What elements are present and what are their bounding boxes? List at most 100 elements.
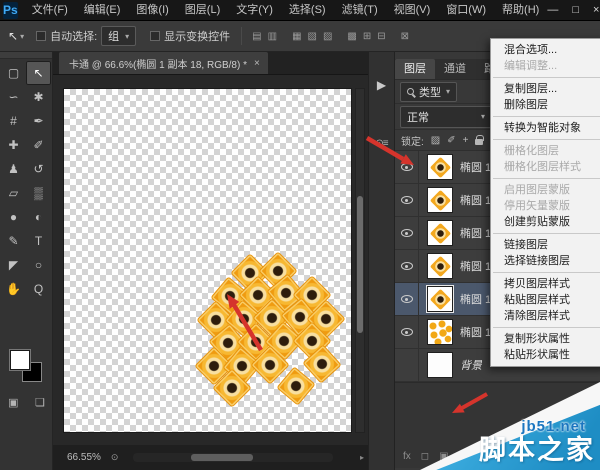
context-menu-item[interactable]: 复制形状属性 [491, 331, 600, 347]
status-info-icon[interactable]: ⊙ [111, 452, 119, 463]
expand-panels-icon[interactable]: ▶ [369, 78, 394, 92]
screen-mode-icon[interactable]: ❏ [35, 396, 45, 409]
quick-mask-icon[interactable]: ▣ [8, 396, 18, 409]
align-icon[interactable]: ▩ [344, 31, 359, 42]
tool-button[interactable]: ▒ [26, 181, 51, 205]
context-menu-item[interactable]: 创建剪贴蒙版 [491, 214, 600, 230]
minimize-button[interactable]: — [547, 0, 558, 21]
align-icon[interactable]: ▨ [320, 31, 335, 42]
panel-tab[interactable]: 通道 [435, 59, 475, 79]
context-menu-item[interactable]: 栅格化图层 [491, 143, 600, 159]
tool-button[interactable]: ◤ [1, 253, 26, 277]
tool-button[interactable]: ▱ [1, 181, 26, 205]
tool-button[interactable]: ◐ [26, 205, 51, 229]
menubar-item[interactable]: 选择(S) [281, 0, 334, 21]
layer-thumbnail[interactable] [427, 220, 453, 246]
horizontal-scrollbar-thumb[interactable] [191, 454, 253, 461]
context-menu-item[interactable]: 粘贴形状属性 [491, 347, 600, 363]
canvas-transparency-checkerboard[interactable] [63, 88, 352, 433]
layer-thumbnail[interactable] [427, 187, 453, 213]
context-menu-item[interactable]: 停用矢量蒙版 [491, 198, 600, 214]
tool-button[interactable]: ✐ [26, 133, 51, 157]
menubar-item[interactable]: 滤镜(T) [334, 0, 386, 21]
context-menu-item[interactable]: 拷贝图层样式 [491, 276, 600, 292]
menubar-item[interactable]: 图像(I) [128, 0, 176, 21]
context-menu-item[interactable]: 清除图层样式 [491, 308, 600, 324]
tab-close-icon[interactable]: × [254, 58, 260, 69]
context-menu-item[interactable]: 删除图层 [491, 97, 600, 113]
align-icon[interactable]: ▥ [265, 31, 280, 42]
tool-button[interactable]: ↖ [26, 61, 51, 85]
tool-button[interactable]: ♟ [1, 157, 26, 181]
scroll-arrow-icon[interactable]: ▸ [360, 453, 364, 462]
tool-button[interactable]: T [26, 229, 51, 253]
panel-footer-icon[interactable]: ◻ [421, 451, 429, 462]
tool-preset-caret-icon[interactable]: ▾ [20, 32, 24, 41]
panel-footer-icon[interactable]: ❏ [459, 451, 468, 462]
align-icon[interactable]: ⊞ [360, 31, 374, 42]
context-menu-item[interactable]: 编辑调整... [491, 58, 600, 74]
tool-button[interactable]: ✎ [1, 229, 26, 253]
lock-position-icon[interactable]: + [463, 135, 469, 146]
layer-thumbnail[interactable] [427, 253, 453, 279]
maximize-button[interactable]: □ [572, 0, 579, 21]
visibility-toggle[interactable] [395, 217, 419, 249]
tools-panel-grip[interactable] [0, 52, 52, 59]
tool-button[interactable]: ✒ [26, 109, 51, 133]
vertical-scrollbar-thumb[interactable] [357, 196, 363, 333]
context-menu-item[interactable]: 复制图层... [491, 81, 600, 97]
layer-thumbnail[interactable] [426, 285, 454, 313]
visibility-toggle[interactable] [395, 316, 419, 348]
context-menu-item[interactable]: 粘贴图层样式 [491, 292, 600, 308]
tool-button[interactable]: # [1, 109, 26, 133]
menubar-item[interactable]: 窗口(W) [438, 0, 494, 21]
menubar-item[interactable]: 视图(V) [386, 0, 439, 21]
align-icon[interactable]: ▤ [249, 31, 264, 42]
visibility-toggle[interactable] [395, 349, 419, 381]
align-icon[interactable]: ▦ [289, 31, 304, 42]
context-menu-item[interactable]: 混合选项... [491, 42, 600, 58]
menubar-item[interactable]: 帮助(H) [494, 0, 547, 21]
foreground-color-swatch[interactable] [9, 349, 31, 371]
auto-select-checkbox[interactable] [36, 31, 47, 41]
panel-footer-icon[interactable]: fx [403, 451, 411, 462]
tool-button[interactable]: Q [26, 277, 51, 301]
context-menu-item[interactable]: 选择链接图层 [491, 253, 600, 269]
show-transform-checkbox[interactable] [150, 31, 161, 41]
align-icon[interactable]: ⊠ [398, 31, 412, 42]
tool-button[interactable]: ▢ [1, 61, 26, 85]
align-icon[interactable]: ▧ [305, 31, 320, 42]
tool-button[interactable]: ✋ [1, 277, 26, 301]
visibility-toggle[interactable] [395, 283, 419, 315]
menubar-item[interactable]: 文字(Y) [228, 0, 281, 21]
layer-thumbnail[interactable] [427, 154, 453, 180]
lock-all-icon[interactable] [475, 135, 485, 145]
blend-mode-dropdown[interactable]: 正常 ▾ [400, 105, 492, 128]
layer-thumbnail[interactable] [427, 319, 453, 345]
auto-select-dropdown[interactable]: 组 ▾ [101, 26, 137, 46]
menubar-item[interactable]: 编辑(E) [76, 0, 129, 21]
zoom-level[interactable]: 66.55% [67, 452, 101, 463]
menubar-item[interactable]: 图层(L) [177, 0, 228, 21]
horizontal-scrollbar[interactable] [133, 453, 333, 462]
lock-image-pixels-icon[interactable]: ✐ [447, 135, 455, 146]
menubar-item[interactable]: 文件(F) [24, 0, 76, 21]
panel-footer-icon[interactable]: ▣ [439, 451, 448, 462]
tool-button[interactable]: ✱ [26, 85, 51, 109]
context-menu-item[interactable]: 启用图层蒙版 [491, 182, 600, 198]
visibility-toggle[interactable] [395, 184, 419, 216]
tool-button[interactable]: ✚ [1, 133, 26, 157]
context-menu-item[interactable]: 转换为智能对象 [491, 120, 600, 136]
document-tab[interactable]: 卡通 @ 66.6%(椭圆 1 副本 18, RGB/8) * × [59, 52, 268, 74]
context-menu-item[interactable]: 栅格化图层样式 [491, 159, 600, 175]
tool-button[interactable]: ○ [26, 253, 51, 277]
tool-button[interactable]: ● [1, 205, 26, 229]
tool-button[interactable]: ∽ [1, 85, 26, 109]
visibility-toggle[interactable] [395, 250, 419, 282]
layer-thumbnail[interactable] [427, 352, 453, 378]
close-button[interactable]: × [593, 0, 599, 21]
context-menu-item[interactable]: 链接图层 [491, 237, 600, 253]
panel-tab[interactable]: 图层 [395, 59, 435, 79]
filter-kind-dropdown[interactable]: 类型 ▾ [400, 81, 458, 102]
lock-transparent-pixels-icon[interactable]: ▨ [431, 135, 440, 146]
